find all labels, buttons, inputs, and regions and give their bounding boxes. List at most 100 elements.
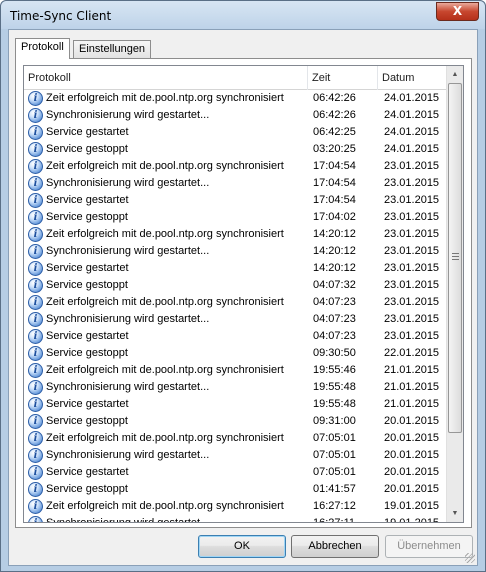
log-date: 19.01.2015	[384, 517, 440, 523]
table-row[interactable]: i Synchronisierung wird gestartet... 17:04…	[24, 175, 448, 192]
log-message: Synchronisierung wird gestartet...	[46, 109, 210, 121]
log-message: Service gestoppt	[46, 143, 128, 155]
log-time: 19:55:48	[313, 381, 356, 393]
tab-protokoll[interactable]: Protokoll	[15, 38, 70, 59]
table-row[interactable]: i Zeit erfolgreich mit de.pool.ntp.org sy…	[24, 362, 448, 379]
log-date: 23.01.2015	[384, 245, 440, 257]
table-row[interactable]: i Synchronisierung wird gestartet... 14:20…	[24, 243, 448, 260]
log-message: Service gestoppt	[46, 415, 128, 427]
info-icon: i	[28, 244, 43, 259]
table-row[interactable]: i Synchronisierung wird gestartet... 04:07…	[24, 311, 448, 328]
log-time: 17:04:54	[313, 194, 356, 206]
log-date: 23.01.2015	[384, 228, 440, 240]
log-time: 14:20:12	[313, 262, 356, 274]
table-row[interactable]: i Service gestartet 04:07:23 23.01.2015	[24, 328, 448, 345]
table-row[interactable]: i Service gestoppt 09:31:00 20.01.2015	[24, 413, 448, 430]
log-message: Zeit erfolgreich mit de.pool.ntp.org syn…	[46, 500, 284, 512]
scroll-down-arrow-icon[interactable]: ▼	[447, 505, 463, 522]
table-row[interactable]: i Service gestartet 07:05:01 20.01.2015	[24, 464, 448, 481]
info-icon: i	[28, 261, 43, 276]
log-message: Service gestoppt	[46, 483, 128, 495]
log-message: Service gestartet	[46, 194, 129, 206]
info-icon: i	[28, 516, 43, 522]
table-row[interactable]: i Synchronisierung wird gestartet... 07:05…	[24, 447, 448, 464]
log-time: 19:55:46	[313, 364, 356, 376]
log-time: 17:04:54	[313, 177, 356, 189]
table-row[interactable]: i Zeit erfolgreich mit de.pool.ntp.org sy…	[24, 90, 448, 107]
window-title: Time-Sync Client	[10, 9, 112, 23]
table-row[interactable]: i Zeit erfolgreich mit de.pool.ntp.org sy…	[24, 226, 448, 243]
log-date: 23.01.2015	[384, 177, 440, 189]
apply-button[interactable]: Übernehmen	[385, 535, 473, 558]
table-row[interactable]: i Service gestoppt 01:41:57 20.01.2015	[24, 481, 448, 498]
log-date: 24.01.2015	[384, 126, 440, 138]
log-date: 23.01.2015	[384, 330, 440, 342]
log-date: 22.01.2015	[384, 347, 440, 359]
table-row[interactable]: i Service gestoppt 09:30:50 22.01.2015	[24, 345, 448, 362]
cancel-button[interactable]: Abbrechen	[291, 535, 379, 558]
log-time: 07:05:01	[313, 449, 356, 461]
log-message: Zeit erfolgreich mit de.pool.ntp.org syn…	[46, 228, 284, 240]
resize-grip-icon[interactable]	[465, 553, 475, 563]
info-icon: i	[28, 227, 43, 242]
log-date: 20.01.2015	[384, 483, 440, 495]
log-date: 23.01.2015	[384, 262, 440, 274]
scroll-thumb[interactable]	[448, 83, 462, 433]
table-row[interactable]: i Zeit erfolgreich mit de.pool.ntp.org sy…	[24, 498, 448, 515]
table-row[interactable]: i Service gestoppt 04:07:32 23.01.2015	[24, 277, 448, 294]
table-row[interactable]: i Service gestartet 17:04:54 23.01.2015	[24, 192, 448, 209]
table-row[interactable]: i Synchronisierung wird gestartet... 19:55…	[24, 379, 448, 396]
log-message: Zeit erfolgreich mit de.pool.ntp.org syn…	[46, 160, 284, 172]
table-row[interactable]: i Service gestartet 06:42:25 24.01.2015	[24, 124, 448, 141]
title-bar[interactable]: Time-Sync Client X	[1, 1, 485, 29]
table-row[interactable]: i Synchronisierung wird gestartet... 06:42…	[24, 107, 448, 124]
close-button[interactable]: X	[436, 2, 479, 21]
table-row[interactable]: i Zeit erfolgreich mit de.pool.ntp.org sy…	[24, 294, 448, 311]
table-row[interactable]: i Service gestartet 14:20:12 23.01.2015	[24, 260, 448, 277]
tab-einstellungen[interactable]: Einstellungen	[73, 40, 152, 58]
log-time: 16:27:12	[313, 500, 356, 512]
log-date: 20.01.2015	[384, 432, 440, 444]
info-icon: i	[28, 125, 43, 140]
ok-button[interactable]: OK	[198, 535, 286, 558]
list-header: Protokoll Zeit Datum	[24, 66, 448, 90]
column-header-datum[interactable]: Datum	[378, 66, 448, 90]
column-header-protokoll[interactable]: Protokoll	[24, 66, 308, 90]
info-icon: i	[28, 380, 43, 395]
log-message: Synchronisierung wird gestartet...	[46, 313, 210, 325]
log-message: Synchronisierung wird gestartet...	[46, 517, 210, 523]
log-date: 23.01.2015	[384, 279, 440, 291]
vertical-scrollbar[interactable]: ▲ ▼	[446, 66, 463, 522]
log-time: 01:41:57	[313, 483, 356, 495]
log-date: 23.01.2015	[384, 160, 440, 172]
log-time: 04:07:32	[313, 279, 356, 291]
info-icon: i	[28, 465, 43, 480]
table-row[interactable]: iSynchronisierung wird gestartet... 16:27…	[24, 515, 448, 523]
info-icon: i	[28, 312, 43, 327]
column-header-zeit[interactable]: Zeit	[308, 66, 378, 90]
log-list[interactable]: Protokoll Zeit Datum i Zeit erfolgreich m…	[23, 65, 464, 523]
scroll-up-arrow-icon[interactable]: ▲	[447, 66, 463, 83]
table-row[interactable]: i Service gestoppt 17:04:02 23.01.2015	[24, 209, 448, 226]
table-row[interactable]: i Service gestoppt 03:20:25 24.01.2015	[24, 141, 448, 158]
log-time: 04:07:23	[313, 313, 356, 325]
log-message: Service gestartet	[46, 262, 129, 274]
log-time: 03:20:25	[313, 143, 356, 155]
log-time: 14:20:12	[313, 228, 356, 240]
log-message: Zeit erfolgreich mit de.pool.ntp.org syn…	[46, 92, 284, 104]
info-icon: i	[28, 159, 43, 174]
log-time: 19:55:48	[313, 398, 356, 410]
log-date: 19.01.2015	[384, 500, 440, 512]
log-date: 24.01.2015	[384, 109, 440, 121]
table-row[interactable]: i Zeit erfolgreich mit de.pool.ntp.org sy…	[24, 430, 448, 447]
table-row[interactable]: i Zeit erfolgreich mit de.pool.ntp.org sy…	[24, 158, 448, 175]
log-time: 06:42:25	[313, 126, 356, 138]
table-row[interactable]: i Service gestartet 19:55:48 21.01.2015	[24, 396, 448, 413]
log-time: 07:05:01	[313, 466, 356, 478]
info-icon: i	[28, 363, 43, 378]
info-icon: i	[28, 91, 43, 106]
info-icon: i	[28, 499, 43, 514]
protokoll-page: Protokoll Zeit Datum i Zeit erfolgreich m…	[15, 58, 472, 528]
log-message: Synchronisierung wird gestartet...	[46, 177, 210, 189]
log-date: 21.01.2015	[384, 364, 440, 376]
